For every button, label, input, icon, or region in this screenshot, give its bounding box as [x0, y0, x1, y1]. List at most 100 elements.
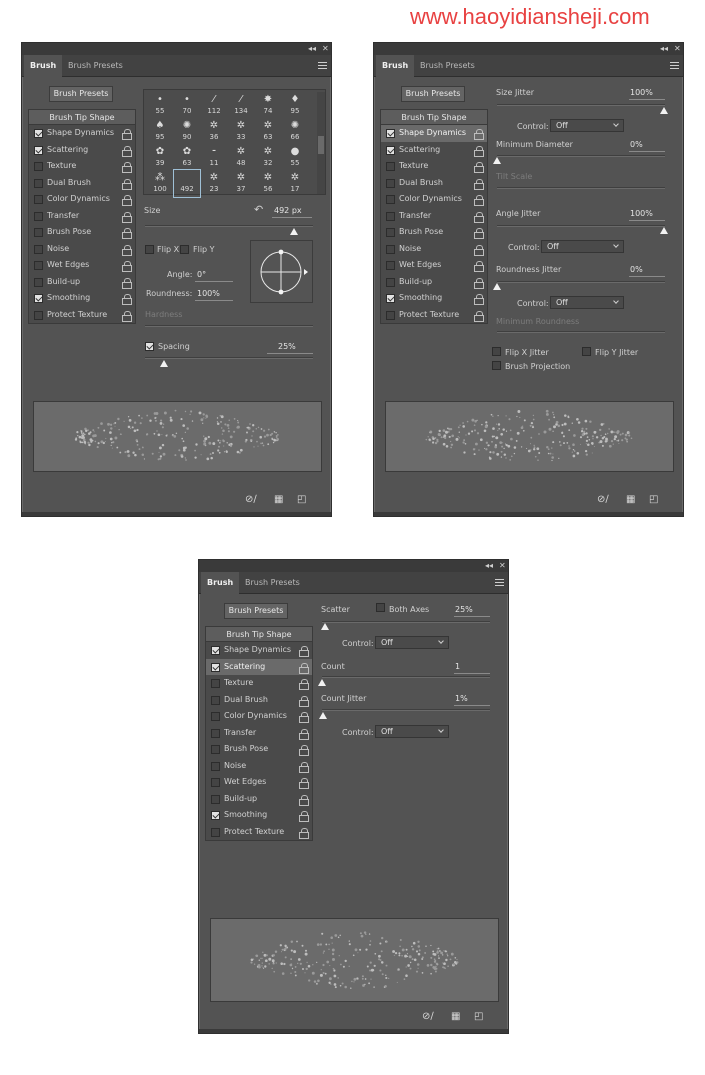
tab-brush[interactable]: Brush [24, 55, 63, 77]
lock-icon[interactable] [299, 662, 309, 674]
angle-jitter-control-select[interactable]: Off [541, 240, 624, 253]
tab-brush[interactable]: Brush [376, 55, 415, 77]
lock-icon[interactable] [474, 178, 484, 190]
brush-tip[interactable]: ✺ 90 [174, 118, 200, 145]
settings-item-scattering[interactable]: Scattering [206, 658, 312, 675]
settings-item-dual-brush[interactable]: Dual Brush [206, 692, 312, 709]
spacing-checkbox[interactable] [145, 342, 154, 351]
settings-item-shape-dynamics[interactable]: Shape Dynamics [381, 125, 487, 142]
brush-pose-checkbox[interactable] [34, 228, 43, 237]
count-slider-thumb[interactable] [318, 679, 326, 686]
settings-item-transfer[interactable]: Transfer [206, 725, 312, 742]
scatter-slider-thumb[interactable] [321, 623, 329, 630]
noise-checkbox[interactable] [386, 244, 395, 254]
lock-icon[interactable] [299, 712, 309, 723]
lock-icon[interactable] [474, 261, 484, 272]
settings-item-texture[interactable]: Texture [29, 158, 135, 175]
lock-icon[interactable] [299, 827, 309, 839]
tab-brush-presets[interactable]: Brush Presets [239, 572, 306, 594]
settings-item-protect-texture[interactable]: Protect Texture [206, 824, 312, 841]
brush-tip[interactable]: ✺ 66 [282, 118, 308, 145]
brush-pose-checkbox[interactable] [211, 745, 220, 754]
brush-tip[interactable]: ● 55 [282, 144, 308, 171]
size-slider-track[interactable] [145, 225, 313, 227]
brush-tip[interactable]: ✲ 32 [255, 144, 281, 171]
size-value[interactable]: 492 px [274, 206, 302, 215]
settings-item-smoothing[interactable]: Smoothing [206, 807, 312, 824]
smoothing-checkbox[interactable] [386, 294, 395, 303]
angle-jitter-slider-track[interactable] [497, 225, 665, 227]
spacing-slider-thumb[interactable] [160, 360, 168, 367]
size-jitter-slider-thumb[interactable] [660, 107, 668, 114]
brush-tip[interactable]: ♠ 95 [147, 118, 173, 145]
transfer-checkbox[interactable] [386, 211, 395, 221]
texture-checkbox[interactable] [211, 679, 220, 688]
transfer-checkbox[interactable] [34, 211, 43, 221]
lock-icon[interactable] [299, 695, 309, 707]
settings-item-texture[interactable]: Texture [381, 158, 487, 175]
settings-item-smoothing[interactable]: Smoothing [29, 290, 135, 307]
close-icon[interactable]: ✕ [499, 560, 506, 572]
brush-tip[interactable]: ✲ 37 [228, 170, 254, 197]
scattering-checkbox[interactable] [34, 145, 43, 155]
lock-icon[interactable] [122, 244, 132, 256]
settings-item-wet-edges[interactable]: Wet Edges [206, 774, 312, 791]
lock-icon[interactable] [299, 794, 309, 806]
dual-brush-checkbox[interactable] [386, 178, 395, 188]
settings-item-transfer[interactable]: Transfer [381, 208, 487, 225]
brush-tip[interactable]: 492 [173, 169, 201, 198]
angle-jitter-value[interactable]: 100% [630, 209, 653, 218]
settings-item-shape-dynamics[interactable]: Shape Dynamics [29, 125, 135, 142]
settings-item-brush-tip-shape[interactable]: Brush Tip Shape [29, 110, 135, 125]
settings-item-brush-pose[interactable]: Brush Pose [29, 224, 135, 241]
create-new-brush-icon[interactable]: ◰ [474, 1011, 483, 1023]
brush-presets-button[interactable]: Brush Presets [49, 86, 113, 102]
brush-tip[interactable]: ⁄ 134 [228, 92, 254, 119]
brush-tip[interactable]: ✸ 74 [255, 92, 281, 119]
settings-item-color-dynamics[interactable]: Color Dynamics [29, 191, 135, 208]
settings-item-scattering[interactable]: Scattering [29, 142, 135, 159]
open-preset-manager-icon[interactable]: ▦ [274, 494, 283, 506]
min-diameter-slider-track[interactable] [497, 155, 665, 157]
shape-dynamics-checkbox[interactable] [211, 646, 220, 655]
spacing-slider-track[interactable] [145, 357, 313, 359]
panel-menu-icon[interactable] [495, 579, 504, 586]
settings-item-noise[interactable]: Noise [381, 241, 487, 258]
settings-item-shape-dynamics[interactable]: Shape Dynamics [206, 642, 312, 659]
min-diameter-value[interactable]: 0% [630, 140, 643, 149]
wet-edges-checkbox[interactable] [386, 261, 395, 270]
scattering-checkbox[interactable] [211, 662, 220, 672]
lock-icon[interactable] [299, 761, 309, 773]
build-up-checkbox[interactable] [211, 794, 220, 804]
size-jitter-slider-track[interactable] [497, 104, 665, 106]
scattering-checkbox[interactable] [386, 145, 395, 155]
settings-item-brush-pose[interactable]: Brush Pose [206, 741, 312, 758]
lock-icon[interactable] [474, 211, 484, 223]
settings-item-wet-edges[interactable]: Wet Edges [381, 257, 487, 274]
count-jitter-value[interactable]: 1% [455, 694, 468, 703]
brush-tip[interactable]: ⁄ 112 [201, 92, 227, 119]
brush-tip[interactable]: ⁃ 11 [201, 144, 227, 171]
brush-pose-checkbox[interactable] [386, 228, 395, 237]
scatter-control-select[interactable]: Off [375, 636, 449, 649]
panel-menu-icon[interactable] [670, 62, 679, 69]
settings-item-brush-pose[interactable]: Brush Pose [381, 224, 487, 241]
noise-checkbox[interactable] [211, 761, 220, 771]
settings-item-dual-brush[interactable]: Dual Brush [381, 175, 487, 192]
lock-icon[interactable] [299, 745, 309, 756]
count-jitter-slider-track[interactable] [322, 709, 490, 711]
angle-jitter-slider-thumb[interactable] [660, 227, 668, 234]
scrollbar-knob[interactable] [318, 136, 324, 154]
count-slider-track[interactable] [322, 676, 490, 678]
close-icon[interactable]: ✕ [674, 43, 681, 55]
brush-projection-checkbox[interactable] [492, 361, 501, 370]
brush-tip[interactable]: ✲ 17 [282, 170, 308, 197]
count-jitter-control-select[interactable]: Off [375, 725, 449, 738]
settings-item-color-dynamics[interactable]: Color Dynamics [381, 191, 487, 208]
lock-icon[interactable] [122, 228, 132, 239]
toggle-live-tip-preview-icon[interactable]: ⊘∕ [597, 494, 609, 506]
tip-grid-scrollbar[interactable] [317, 92, 325, 194]
angle-roundness-widget[interactable] [250, 240, 313, 303]
lock-icon[interactable] [474, 228, 484, 239]
spacing-value[interactable]: 25% [278, 342, 296, 351]
